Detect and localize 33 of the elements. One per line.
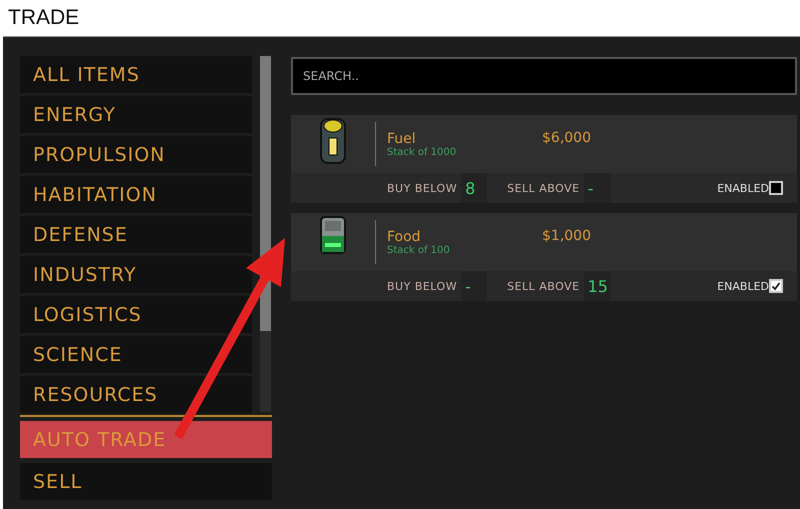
category-item[interactable]: LOGISTICS	[20, 296, 252, 333]
buy-below-value[interactable]: -	[461, 271, 488, 301]
item-price: $6,000	[542, 130, 591, 146]
stack-size: Stack of 1000	[387, 146, 458, 158]
sell-above-label: SELL ABOVE	[507, 182, 580, 194]
sell-above-value[interactable]: 15	[584, 271, 610, 301]
food-crate-icon	[320, 216, 346, 254]
category-item[interactable]: RESOURCES	[20, 376, 252, 413]
buy-below-value[interactable]: 8	[461, 173, 488, 203]
category-item[interactable]: DEFENSE	[20, 216, 252, 253]
category-item[interactable]: INDUSTRY	[20, 256, 252, 293]
enabled-label: ENABLED	[717, 280, 769, 292]
item-name: Food	[387, 228, 422, 244]
category-item[interactable]: PROPULSION	[20, 136, 252, 173]
window-title: TRADE	[8, 6, 80, 30]
canister-icon	[320, 118, 346, 164]
enabled-checkbox[interactable]	[769, 181, 783, 195]
buy-below-label: BUY BELOW	[387, 182, 458, 194]
category-item[interactable]: SCIENCE	[20, 336, 252, 373]
stack-size: Stack of 100	[387, 244, 451, 256]
sell-above-label: SELL ABOVE	[507, 280, 580, 292]
category-item[interactable]: HABITATION	[20, 176, 252, 213]
category-item[interactable]: ALL ITEMS	[20, 56, 252, 93]
item-price: $1,000	[542, 228, 591, 244]
enabled-checkbox[interactable]	[769, 279, 783, 293]
search-field[interactable]: SEARCH..	[291, 57, 797, 95]
mode-tab[interactable]: SELL	[20, 463, 272, 500]
category-item[interactable]: ENERGY	[20, 96, 252, 133]
scrollbar[interactable]	[260, 56, 271, 412]
buy-below-label: BUY BELOW	[387, 280, 458, 292]
sell-above-value[interactable]: -	[584, 173, 610, 203]
enabled-label: ENABLED	[717, 182, 769, 194]
item-name: Fuel	[387, 130, 417, 146]
